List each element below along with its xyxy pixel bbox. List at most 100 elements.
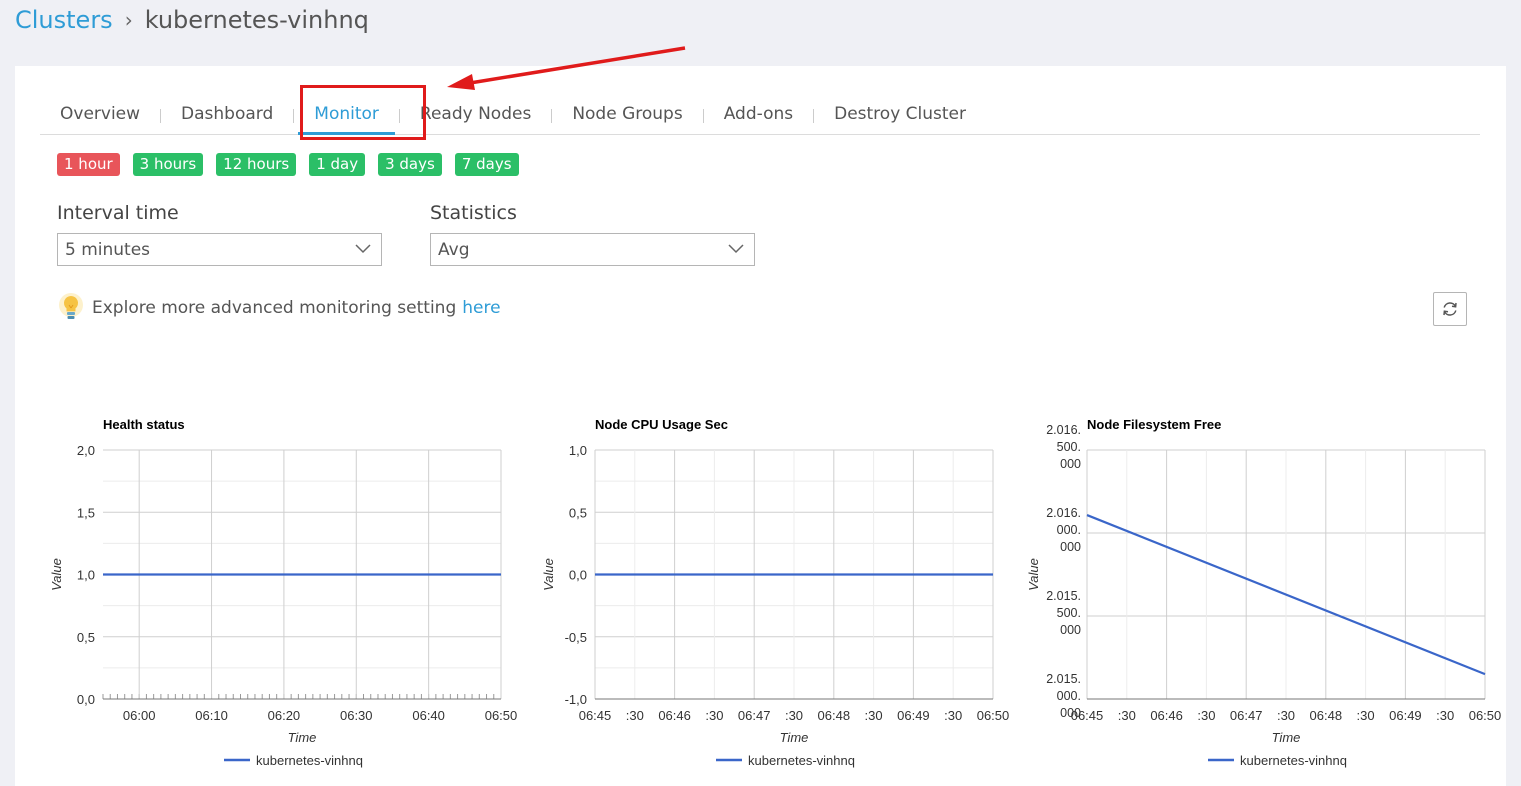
y-tick-label: 2.015. [1046,589,1081,603]
tab-node-groups[interactable]: Node Groups [552,96,702,134]
y-tick-label: 000 [1060,457,1081,471]
chevron-down-icon [728,244,744,254]
x-tick-label: 06:00 [123,708,156,723]
legend-label: kubernetes-vinhnq [256,753,363,768]
y-tick-label: 2.016. [1046,423,1081,437]
x-tick-label: :30 [1357,708,1375,723]
range-1-day-button[interactable]: 1 day [309,153,366,176]
y-tick-label: 000 [1060,540,1081,554]
interval-time-select[interactable]: 5 minutes [57,233,382,266]
x-tick-label: 06:45 [579,708,612,723]
interval-time-value: 5 minutes [65,240,151,260]
x-tick-label: 06:48 [1310,708,1343,723]
monitoring-tip: Explore more advanced monitoring setting… [58,292,501,324]
x-tick-label: 06:10 [195,708,228,723]
y-tick-label: 0,5 [569,505,587,520]
y-axis-label: Value [1026,558,1041,591]
statistics-value: Avg [438,240,470,260]
x-tick-label: :30 [785,708,803,723]
x-tick-label: 06:46 [658,708,691,723]
y-tick-label: 0,0 [569,568,587,583]
x-tick-label: 06:30 [340,708,373,723]
x-tick-label: 06:47 [1230,708,1263,723]
y-tick-label: 1,0 [569,443,587,458]
tab-add-ons[interactable]: Add-ons [704,96,813,134]
x-axis-label: Time [1272,730,1301,745]
refresh-button[interactable] [1433,292,1467,326]
advanced-monitoring-link[interactable]: here [462,298,500,318]
x-tick-label: 06:50 [485,708,518,723]
x-tick-label: :30 [1118,708,1136,723]
x-tick-label: 06:49 [1389,708,1422,723]
breadcrumb-current: kubernetes-vinhnq [144,6,369,34]
x-tick-label: :30 [705,708,723,723]
chart-health-status: Health status 2,0 1,5 1,0 0,5 0,0 06:00 06:10 06… [40,412,530,781]
x-tick-label: 06:46 [1150,708,1183,723]
x-tick-label: 06:47 [738,708,771,723]
tip-text: Explore more advanced monitoring setting [92,298,457,318]
interval-time-label: Interval time [57,202,179,224]
chart-title: Node Filesystem Free [1087,417,1221,432]
x-tick-label: 06:49 [897,708,930,723]
node-cpu-usage-chart: Node CPU Usage Sec 1,0 0,5 0,0 -0,5 -1,006:45… [541,417,1010,768]
y-tick-label: -1,0 [565,692,587,707]
range-3-hours-button[interactable]: 3 hours [132,153,204,176]
x-tick-label: :30 [1436,708,1454,723]
chart-node-cpu-usage: Node CPU Usage Sec 1,0 0,5 0,0 -0,5 -1,0 06:45… [532,412,1022,781]
time-range-buttons: 1 hour 3 hours 12 hours 1 day 3 days 7 d… [57,153,519,176]
tab-dashboard[interactable]: Dashboard [161,96,293,134]
tab-destroy-cluster[interactable]: Destroy Cluster [814,96,986,134]
x-tick-label: 06:40 [412,708,445,723]
y-tick-label: 000. [1057,523,1081,537]
node-filesystem-free-chart: Node Filesystem Free 2.016. 500. 000 2.016. 0… [1026,417,1502,768]
x-tick-label: :30 [944,708,962,723]
y-tick-label: 1,0 [77,568,95,583]
x-tick-label: :30 [626,708,644,723]
y-axis-label: Value [49,558,64,591]
tab-bar: Overview Dashboard Monitor Ready Nodes N… [40,96,1480,135]
y-tick-label: 500. [1057,606,1081,620]
y-tick-label: 500. [1057,440,1081,454]
lightbulb-icon [59,293,83,319]
x-tick-label: 06:20 [268,708,301,723]
range-1-hour-button[interactable]: 1 hour [57,153,120,176]
breadcrumb: Clusters › kubernetes-vinhnq [15,6,369,34]
x-tick-label: :30 [1197,708,1215,723]
y-tick-label: 2.016. [1046,506,1081,520]
legend-label: kubernetes-vinhnq [748,753,855,768]
x-tick-label: :30 [1277,708,1295,723]
statistics-label: Statistics [430,202,517,224]
statistics-select[interactable]: Avg [430,233,755,266]
y-tick-label: 000 [1060,623,1081,637]
breadcrumb-separator: › [124,8,133,32]
chart-title: Health status [103,417,185,432]
health-status-chart: Health status 2,0 1,5 1,0 0,5 0,0 06:00 06:10 06… [49,417,518,768]
refresh-icon [1443,302,1457,316]
x-tick-label: 06:45 [1071,708,1104,723]
y-tick-label: -0,5 [565,630,587,645]
x-tick-label: 06:50 [1469,708,1502,723]
x-axis-label: Time [288,730,317,745]
y-tick-label: 0,0 [77,692,95,707]
y-tick-label: 1,5 [77,505,95,520]
annotation-arrow [447,46,686,90]
x-tick-label: :30 [865,708,883,723]
y-tick-label: 2.015. [1046,672,1081,686]
y-tick-label: 2,0 [77,443,95,458]
x-tick-label: 06:50 [977,708,1010,723]
y-tick-label: 0,5 [77,630,95,645]
range-3-days-button[interactable]: 3 days [378,153,442,176]
chevron-down-icon [355,244,371,254]
breadcrumb-clusters-link[interactable]: Clusters [15,6,113,34]
legend-label: kubernetes-vinhnq [1240,753,1347,768]
y-axis-label: Value [541,558,556,591]
chart-title: Node CPU Usage Sec [595,417,728,432]
x-axis-label: Time [780,730,809,745]
x-tick-label: 06:48 [818,708,851,723]
tab-overview[interactable]: Overview [40,96,160,134]
range-12-hours-button[interactable]: 12 hours [216,153,297,176]
annotation-highlight-box [300,85,426,140]
y-tick-label: 000. [1057,689,1081,703]
range-7-days-button[interactable]: 7 days [454,153,519,176]
chart-node-filesystem-free: Node Filesystem Free 2.016. 500. 000 2.016. 0… [1024,412,1516,781]
